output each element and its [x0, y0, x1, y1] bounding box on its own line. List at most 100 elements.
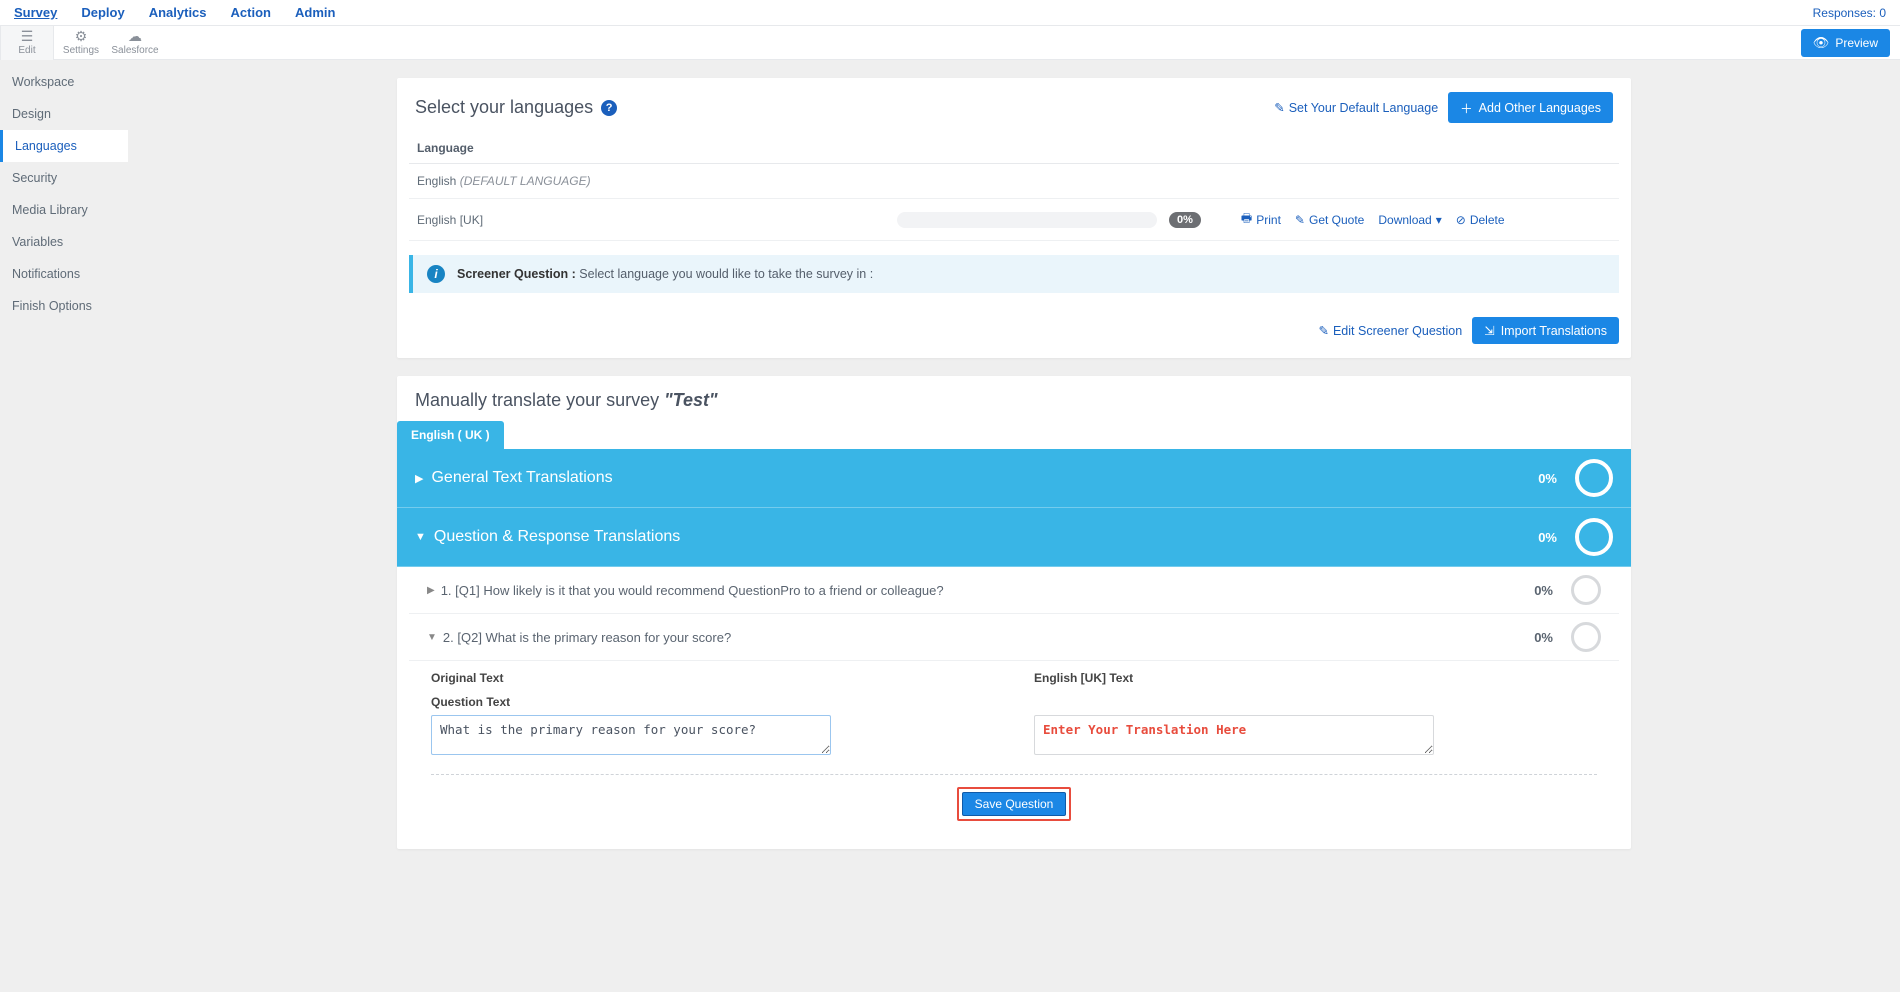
- survey-name: "Test": [664, 390, 717, 410]
- select-languages-panel: Select your languages ? ✎ Set Your Defau…: [397, 78, 1631, 358]
- get-quote-button[interactable]: ✎ Get Quote: [1295, 209, 1364, 230]
- tab-deploy[interactable]: Deploy: [81, 1, 124, 24]
- qr-text-title: Question & Response Translations: [434, 528, 680, 546]
- set-default-label: Set Your Default Language: [1289, 101, 1438, 115]
- download-label: Download: [1378, 213, 1431, 227]
- add-other-label: Add Other Languages: [1479, 101, 1601, 115]
- sidenav-item-languages[interactable]: Languages: [0, 130, 128, 162]
- toolbar-settings-label: Settings: [63, 45, 99, 56]
- eye-icon: 👁: [1813, 35, 1830, 51]
- pencil-icon: ✎: [1318, 323, 1328, 338]
- tab-action[interactable]: Action: [231, 1, 271, 24]
- select-languages-title: Select your languages ?: [415, 97, 617, 118]
- progress-percent-badge: 0%: [1169, 212, 1201, 228]
- toolbar-edit[interactable]: ☰ Edit: [0, 26, 54, 60]
- edit-icon: ☰: [21, 29, 34, 43]
- preview-button[interactable]: 👁 Preview: [1801, 29, 1890, 57]
- responses-count: Responses: 0: [1813, 6, 1886, 20]
- question-row-q2[interactable]: ▼ 2. [Q2] What is the primary reason for…: [409, 614, 1619, 661]
- get-quote-label: Get Quote: [1309, 213, 1364, 227]
- progress-ring-small: [1571, 622, 1601, 652]
- q2-percent: 0%: [1534, 630, 1553, 645]
- set-default-language-button[interactable]: ✎ Set Your Default Language: [1274, 100, 1438, 115]
- manual-title-prefix: Manually translate your survey: [415, 390, 664, 410]
- screener-label: Screener Question :: [457, 267, 576, 281]
- general-text-title: General Text Translations: [431, 469, 612, 487]
- progress-ring: [1575, 459, 1613, 497]
- screener-info-banner: i Screener Question : Select language yo…: [409, 255, 1619, 293]
- original-text-textarea[interactable]: [431, 715, 831, 755]
- import-label: Import Translations: [1501, 324, 1607, 338]
- language-name-uk: English [UK]: [417, 213, 897, 227]
- translation-text-textarea[interactable]: [1034, 715, 1434, 755]
- save-question-highlight: Save Question: [957, 787, 1072, 821]
- default-language-note: (DEFAULT LANGUAGE): [460, 174, 591, 188]
- delete-icon: ⊘: [1456, 213, 1466, 227]
- manual-translate-panel: Manually translate your survey "Test" En…: [397, 376, 1631, 849]
- help-icon[interactable]: ?: [601, 100, 617, 116]
- chevron-down-icon: ▾: [1436, 213, 1442, 227]
- language-row-default: English (DEFAULT LANGUAGE): [409, 164, 1619, 199]
- sidenav-item-variables[interactable]: Variables: [0, 226, 128, 258]
- tab-admin[interactable]: Admin: [295, 1, 335, 24]
- caret-right-icon: ▶: [427, 585, 435, 596]
- original-text-header: Original Text: [431, 671, 994, 685]
- manual-translate-title: Manually translate your survey "Test": [397, 376, 1631, 421]
- sidenav-item-security[interactable]: Security: [0, 162, 128, 194]
- top-nav: Survey Deploy Analytics Action Admin Res…: [0, 0, 1900, 26]
- salesforce-icon: ☁: [128, 29, 142, 43]
- sidenav-item-workspace[interactable]: Workspace: [0, 66, 128, 98]
- edit-screener-question-button[interactable]: ✎ Edit Screener Question: [1318, 317, 1462, 344]
- pencil-icon: ✎: [1295, 213, 1305, 227]
- select-languages-title-text: Select your languages: [415, 97, 593, 118]
- question-text-label: Question Text: [431, 695, 994, 709]
- toolbar-salesforce[interactable]: ☁ Salesforce: [108, 26, 162, 60]
- accordion-general-text[interactable]: ▶ General Text Translations 0%: [397, 449, 1631, 508]
- general-percent: 0%: [1538, 471, 1557, 486]
- sidenav-item-notifications[interactable]: Notifications: [0, 258, 128, 290]
- delete-label: Delete: [1470, 213, 1505, 227]
- import-icon: ⇲: [1484, 323, 1494, 338]
- add-other-languages-button[interactable]: ＋ Add Other Languages: [1448, 92, 1613, 123]
- toolbar-settings[interactable]: ⚙ Settings: [54, 26, 108, 60]
- sidenav-item-finish-options[interactable]: Finish Options: [0, 290, 128, 322]
- caret-down-icon: ▼: [415, 531, 426, 543]
- pencil-icon: ✎: [1274, 100, 1284, 115]
- import-translations-button[interactable]: ⇲ Import Translations: [1472, 317, 1619, 344]
- save-question-button[interactable]: Save Question: [962, 792, 1067, 816]
- progress-ring-small: [1571, 575, 1601, 605]
- translation-text-header: English [UK] Text: [1034, 671, 1597, 685]
- top-nav-tabs: Survey Deploy Analytics Action Admin: [14, 1, 335, 24]
- delete-button[interactable]: ⊘ Delete: [1456, 209, 1505, 230]
- qr-percent: 0%: [1538, 530, 1557, 545]
- caret-right-icon: ▶: [415, 472, 423, 485]
- language-column-header: Language: [409, 133, 1619, 164]
- toolbar: ☰ Edit ⚙ Settings ☁ Salesforce 👁 Preview: [0, 26, 1900, 60]
- side-nav: Workspace Design Languages Security Medi…: [0, 60, 128, 992]
- accordion-question-response[interactable]: ▼ Question & Response Translations 0%: [397, 508, 1631, 567]
- q1-label: 1. [Q1] How likely is it that you would …: [441, 583, 944, 598]
- toolbar-edit-label: Edit: [18, 45, 35, 56]
- default-language-name: English: [417, 174, 456, 188]
- print-button[interactable]: 🖶 Print: [1241, 209, 1281, 230]
- language-tab-english-uk[interactable]: English ( UK ): [397, 421, 504, 449]
- tab-survey[interactable]: Survey: [14, 1, 57, 24]
- progress-ring: [1575, 518, 1613, 556]
- print-label: Print: [1256, 213, 1281, 227]
- info-icon: i: [427, 265, 445, 283]
- q2-label: 2. [Q2] What is the primary reason for y…: [443, 630, 731, 645]
- sidenav-item-design[interactable]: Design: [0, 98, 128, 130]
- tab-analytics[interactable]: Analytics: [149, 1, 207, 24]
- sidenav-item-media-library[interactable]: Media Library: [0, 194, 128, 226]
- download-button[interactable]: Download ▾: [1378, 209, 1441, 230]
- gear-icon: ⚙: [75, 29, 88, 43]
- preview-label: Preview: [1835, 36, 1878, 50]
- toolbar-salesforce-label: Salesforce: [111, 45, 158, 56]
- language-row-uk: English [UK] 0% 🖶 Print ✎ Get Quote Downlo…: [409, 199, 1619, 241]
- plus-icon: ＋: [1460, 98, 1473, 117]
- q1-percent: 0%: [1534, 583, 1553, 598]
- progress-bar: [897, 212, 1157, 228]
- print-icon: 🖶: [1241, 209, 1252, 230]
- question-body-q2: Original Text Question Text English [UK]…: [409, 661, 1619, 839]
- question-row-q1[interactable]: ▶ 1. [Q1] How likely is it that you woul…: [409, 567, 1619, 614]
